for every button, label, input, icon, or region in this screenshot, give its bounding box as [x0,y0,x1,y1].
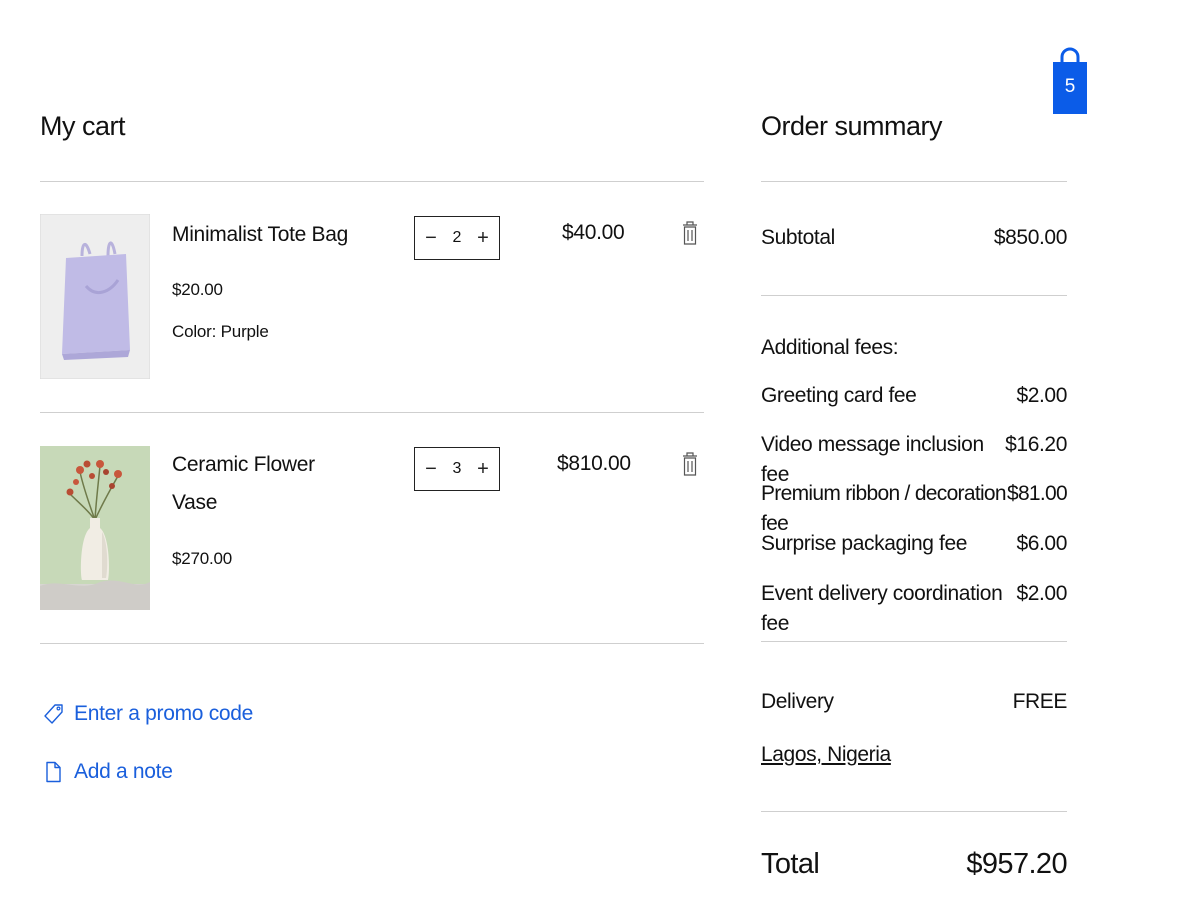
cart-bag-button[interactable]: 5 [1052,47,1088,115]
fee-value: $6.00 [1016,532,1067,555]
tag-icon [44,703,64,725]
fees-title: Additional fees: [761,336,899,359]
product-image-flower-vase[interactable] [40,446,150,610]
delivery-row: Delivery FREE [761,687,1067,717]
quantity-value[interactable]: 3 [453,460,462,478]
item-unit-price: $270.00 [172,549,233,568]
add-note-label: Add a note [74,760,173,783]
divider [40,643,704,644]
increment-button[interactable]: + [475,459,491,479]
quantity-stepper: − 2 + [414,216,500,260]
item-variant: Color: Purple [172,322,269,341]
fee-row: Surprise packaging fee $6.00 [761,529,1067,559]
fee-label: Event delivery coordination fee [761,582,1003,635]
fee-value: $2.00 [1016,582,1067,605]
subtotal-value: $850.00 [993,226,1068,249]
note-icon [44,761,64,783]
decrement-button[interactable]: − [423,459,439,479]
quantity-value[interactable]: 2 [453,229,462,247]
promo-code-link[interactable]: Enter a promo code [44,702,253,726]
delivery-label: Delivery [761,690,834,713]
item-name[interactable]: Minimalist Tote Bag [172,216,352,254]
trash-icon[interactable] [682,220,698,246]
delivery-value: FREE [1012,690,1068,713]
add-note-link[interactable]: Add a note [44,760,173,784]
total-value: $957.20 [966,848,1067,880]
summary-title: Order summary [761,111,943,141]
fee-label: Greeting card fee [761,384,917,407]
decrement-button[interactable]: − [423,228,439,248]
fee-row: Greeting card fee $2.00 [761,381,1067,411]
total-label: Total [761,848,820,880]
fee-value: $2.00 [1016,384,1067,407]
delivery-location-link[interactable]: Lagos, Nigeria [761,740,891,770]
subtotal-row: Subtotal $850.00 [761,223,1067,253]
divider [761,641,1067,642]
divider [40,181,704,182]
item-name[interactable]: Ceramic Flower Vase [172,446,352,522]
trash-icon[interactable] [682,451,698,477]
quantity-stepper: − 3 + [414,447,500,491]
cart-title: My cart [40,111,126,141]
divider [761,295,1067,296]
total-row: Total $957.20 [761,844,1068,884]
item-line-total: $810.00 [557,452,631,475]
divider [761,811,1067,812]
divider [761,181,1067,182]
product-image-tote-bag[interactable] [40,214,150,379]
promo-code-label: Enter a promo code [74,702,254,725]
fee-row: Event delivery coordination fee $2.00 [761,579,1067,639]
divider [40,412,704,413]
item-line-total: $40.00 [562,221,625,244]
subtotal-label: Subtotal [761,226,835,249]
increment-button[interactable]: + [475,228,491,248]
item-unit-price: $20.00 [172,280,223,299]
cart-count-badge: 5 [1064,76,1076,97]
fee-label: Surprise packaging fee [761,532,967,555]
